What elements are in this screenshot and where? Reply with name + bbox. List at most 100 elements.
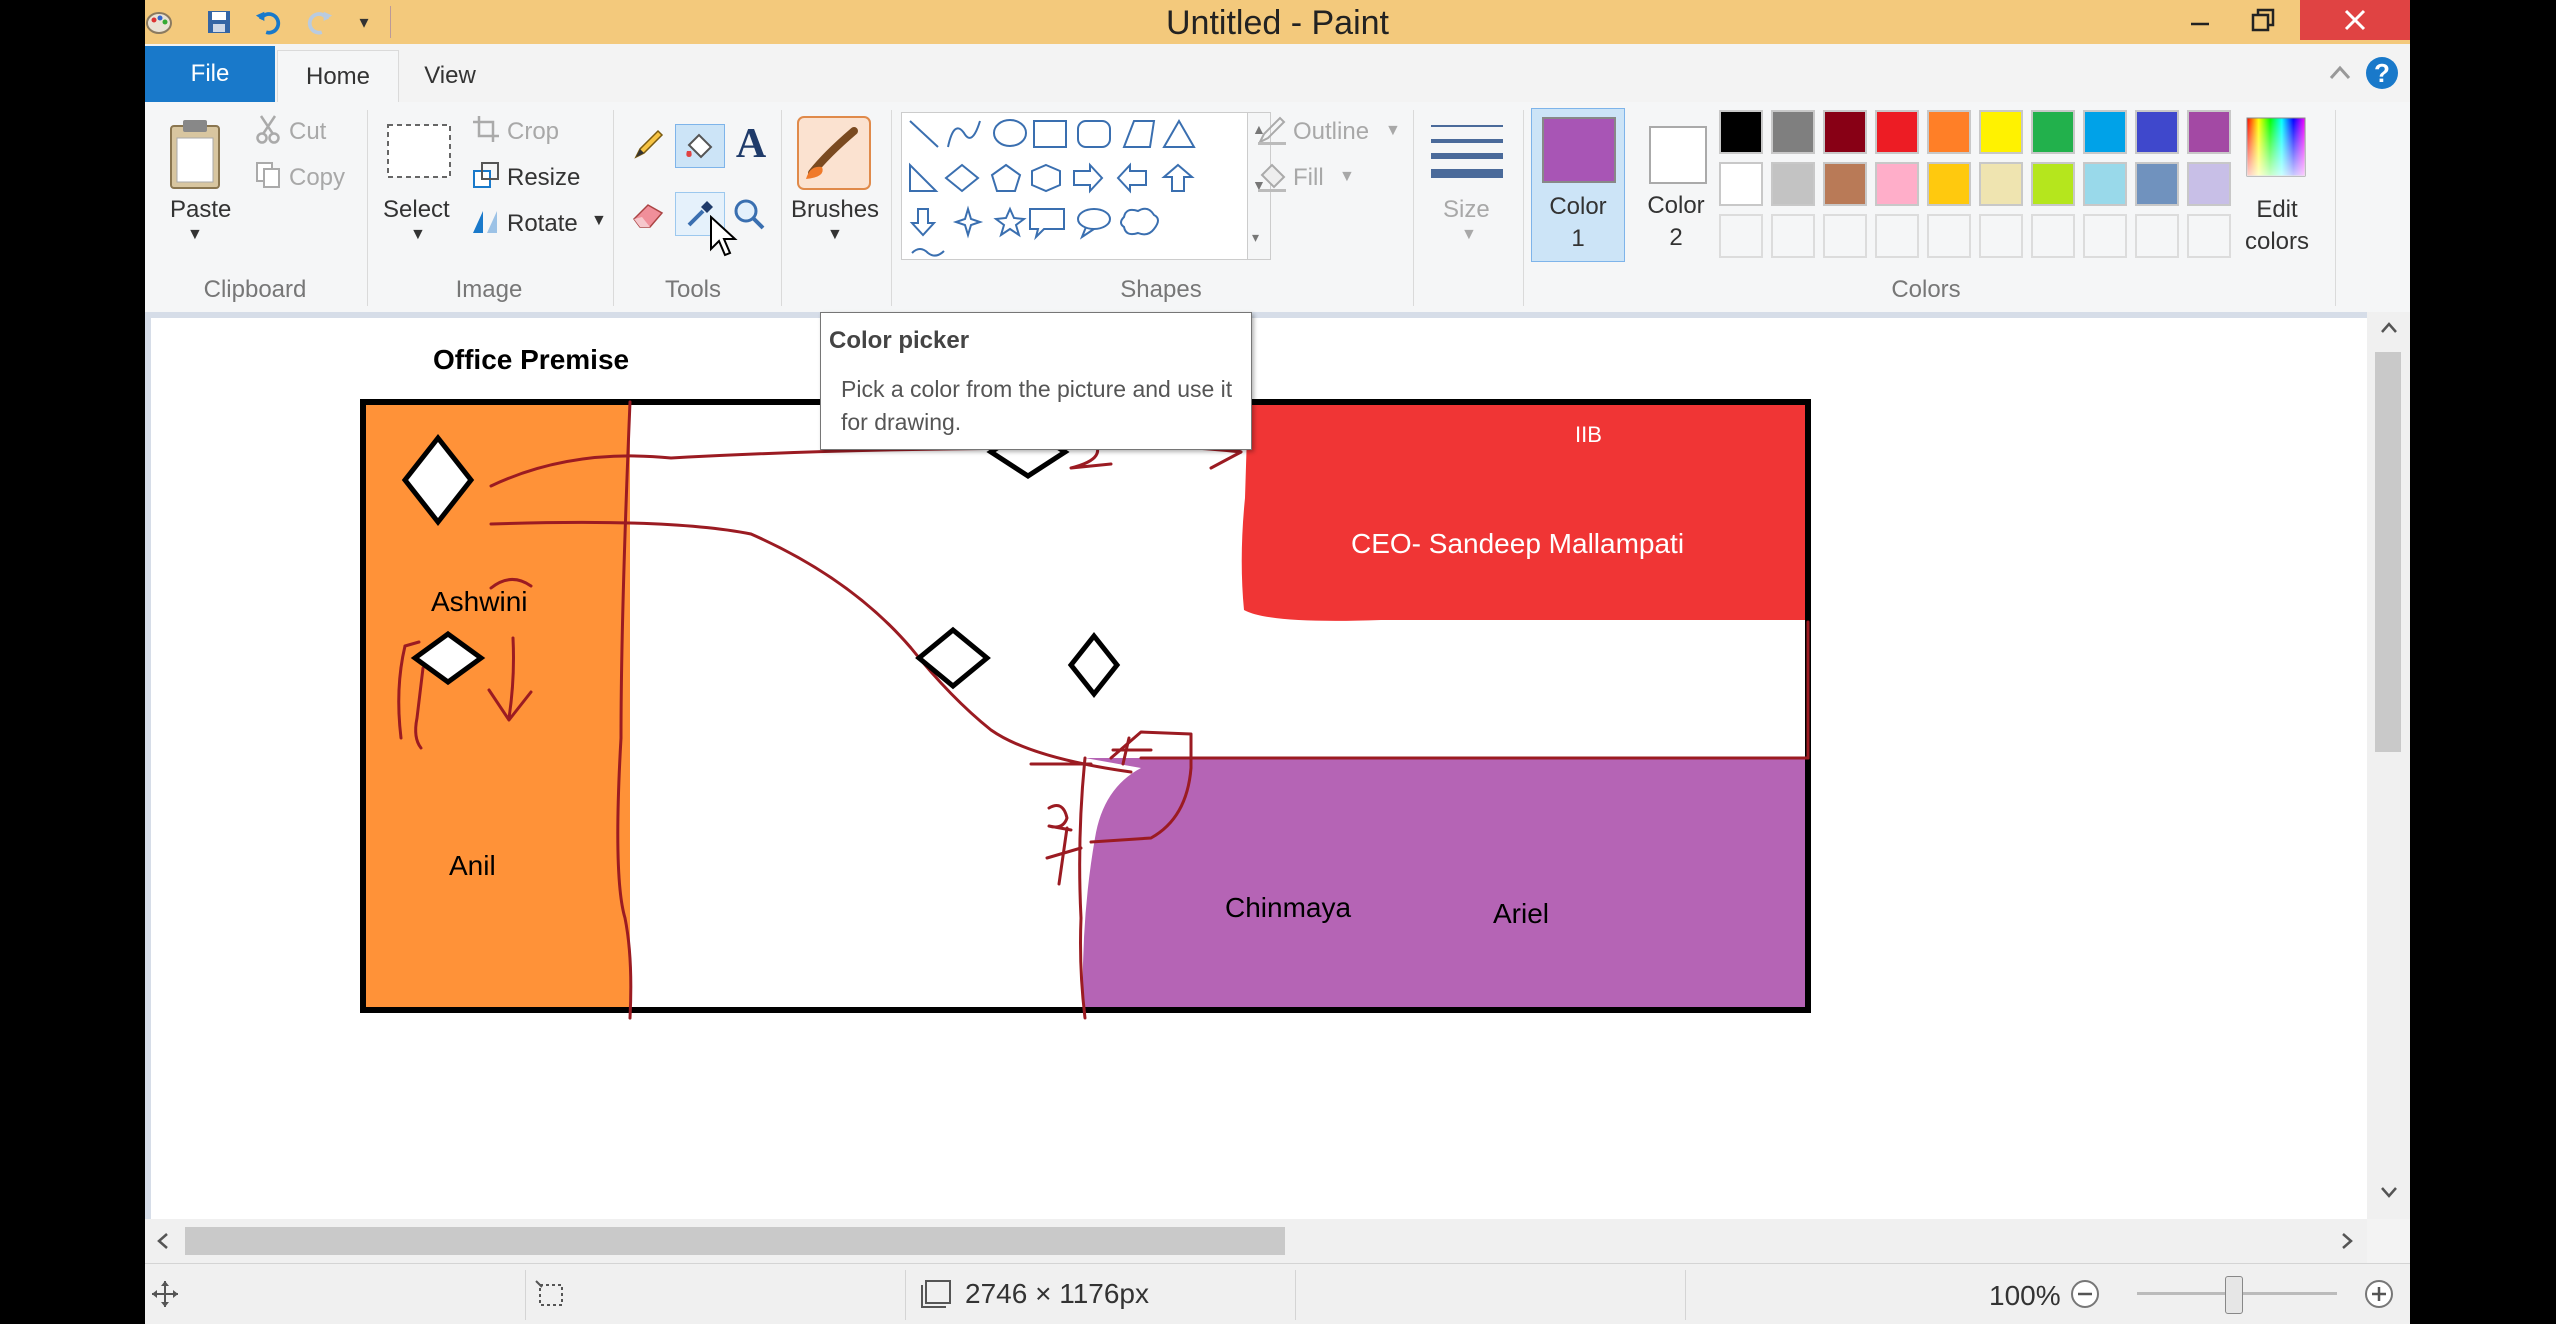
paste-button[interactable]: Paste [170,196,231,224]
rotate-button[interactable]: Rotate [507,210,578,238]
zoom-in-icon[interactable] [2363,1278,2395,1310]
size-dropdown-icon[interactable]: ▼ [1461,226,1477,244]
palette-swatch[interactable] [1979,162,2023,206]
palette-swatch[interactable] [1823,110,1867,154]
shapes-expand-icon[interactable]: ▾ [1252,229,1259,246]
brushes-button[interactable]: Brushes [791,196,879,224]
shapes-gallery[interactable] [901,112,1248,260]
custom-color-slot[interactable] [1927,214,1971,258]
brushes-icon[interactable] [795,114,873,192]
custom-color-slot[interactable] [2031,214,2075,258]
edit-colors-label-2[interactable]: colors [2229,228,2325,256]
palette-swatch[interactable] [1979,110,2023,154]
zoom-level: 100% [1989,1280,2061,1311]
outline-dropdown-icon[interactable]: ▼ [1385,122,1401,140]
zoom-out-icon[interactable] [2069,1278,2101,1310]
collapse-ribbon-icon[interactable] [2325,58,2355,88]
tab-file[interactable]: File [145,46,275,102]
tab-home[interactable]: Home [277,50,399,103]
palette-swatch[interactable] [2187,110,2231,154]
color2-button[interactable]: Color 2 [1633,108,1719,260]
fill-icon[interactable] [1255,160,1289,194]
scroll-right-icon[interactable] [2337,1231,2357,1256]
palette-swatch[interactable] [2083,110,2127,154]
crop-button[interactable]: Crop [507,118,559,146]
status-separator [905,1270,906,1320]
outline-button[interactable]: Outline [1293,118,1369,146]
resize-icon[interactable] [471,160,501,190]
cut-icon[interactable] [253,114,283,144]
copy-button[interactable]: Copy [289,164,345,192]
label-ariel: Ariel [1493,898,1550,929]
tooltip-title: Color picker [829,327,970,354]
palette-swatch[interactable] [2083,162,2127,206]
edit-colors-label[interactable]: Edit [2229,196,2325,224]
paste-icon[interactable] [165,114,225,194]
resize-button[interactable]: Resize [507,164,580,192]
brushes-dropdown-icon[interactable]: ▼ [827,226,843,244]
size-icon[interactable] [1427,116,1507,186]
horizontal-scroll-thumb[interactable] [185,1227,1285,1255]
palette-swatch[interactable] [2187,162,2231,206]
text-tool-icon[interactable]: A [729,121,773,167]
palette-swatch[interactable] [1771,110,1815,154]
fill-bucket-icon[interactable] [675,124,725,168]
size-button[interactable]: Size [1443,196,1490,224]
ashwini-anil-zone [363,402,630,1010]
custom-color-slot[interactable] [1771,214,1815,258]
rotate-icon[interactable] [471,206,501,236]
vertical-scroll-thumb[interactable] [2375,352,2401,752]
custom-color-slot[interactable] [1979,214,2023,258]
palette-swatch[interactable] [2135,110,2179,154]
tab-view[interactable]: View [400,50,500,102]
pencil-icon[interactable] [629,124,669,164]
palette-swatch[interactable] [2135,162,2179,206]
custom-color-slot[interactable] [1875,214,1919,258]
minimize-button[interactable] [2165,0,2235,40]
color1-button[interactable]: Color 1 [1531,108,1625,262]
scroll-down-icon[interactable] [2379,1182,2399,1207]
palette-swatch[interactable] [1927,110,1971,154]
custom-color-slot[interactable] [2187,214,2231,258]
label-ashwini: Ashwini [431,586,528,617]
select-icon[interactable] [385,122,453,180]
vertical-scrollbar[interactable] [2367,312,2410,1219]
palette-swatch[interactable] [2031,110,2075,154]
palette-swatch[interactable] [1719,162,1763,206]
palette-swatch[interactable] [1927,162,1971,206]
restore-button[interactable] [2228,0,2298,40]
palette-swatch[interactable] [1823,162,1867,206]
meeting-zone [1082,758,1808,1010]
palette-swatch[interactable] [1875,110,1919,154]
close-button[interactable] [2300,0,2410,40]
fill-button[interactable]: Fill [1293,164,1324,192]
custom-color-slot[interactable] [2083,214,2127,258]
custom-color-slot[interactable] [1719,214,1763,258]
rotate-dropdown-icon[interactable]: ▼ [591,212,607,230]
palette-swatch[interactable] [1719,110,1763,154]
custom-color-slot[interactable] [1823,214,1867,258]
canvas-workspace: Office Premise Ashwini Anil CEO- Sandeep… [145,312,2367,1219]
outline-icon[interactable] [1255,116,1289,146]
image-dimensions: 2746 × 1176px [965,1278,1149,1309]
select-button[interactable]: Select [383,196,450,224]
horizontal-scrollbar[interactable] [145,1219,2367,1263]
drawing-layer [360,399,1811,1020]
scroll-left-icon[interactable] [153,1231,173,1256]
paste-dropdown-icon[interactable]: ▼ [187,226,203,244]
scroll-up-icon[interactable] [2379,318,2399,344]
palette-swatch[interactable] [1771,162,1815,206]
crop-icon[interactable] [471,114,501,144]
palette-swatch[interactable] [1875,162,1919,206]
edit-colors-icon[interactable] [2243,114,2309,180]
eraser-icon[interactable] [629,194,669,234]
drawing-canvas[interactable]: Office Premise Ashwini Anil CEO- Sandeep… [151,318,2367,1219]
fill-dropdown-icon[interactable]: ▼ [1339,168,1355,186]
cut-button[interactable]: Cut [289,118,326,146]
help-icon[interactable]: ? [2365,56,2399,90]
custom-color-slot[interactable] [2135,214,2179,258]
select-dropdown-icon[interactable]: ▼ [410,226,426,244]
palette-swatch[interactable] [2031,162,2075,206]
copy-icon[interactable] [253,160,283,190]
zoom-slider-thumb[interactable] [2225,1276,2243,1314]
